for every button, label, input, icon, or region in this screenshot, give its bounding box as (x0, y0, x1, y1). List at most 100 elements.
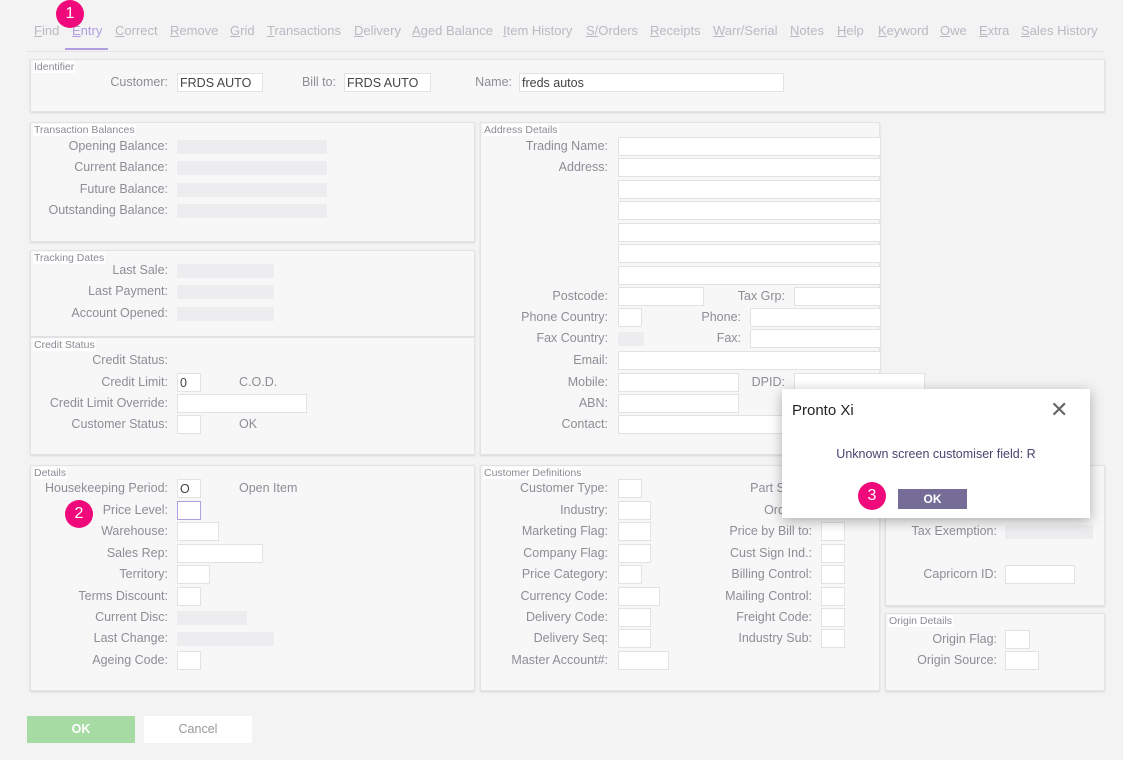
capricorn-id-label: Capricorn ID: (923, 567, 997, 581)
last-sale-value (177, 264, 274, 278)
credit-limit-status-text: C.O.D. (239, 375, 278, 389)
phone-country-field[interactable] (618, 308, 642, 327)
bill-to-field[interactable]: FRDS AUTO (344, 73, 431, 92)
tab-delivery[interactable]: Delivery (354, 23, 401, 38)
origin-source-field[interactable] (1005, 651, 1039, 670)
current-disc-value (177, 611, 247, 625)
dialog-ok-button[interactable]: OK (898, 489, 967, 509)
tab-remove[interactable]: Remove (170, 23, 218, 38)
company-flag-label: Company Flag: (523, 546, 608, 560)
billing-control-label: Billing Control: (731, 567, 812, 581)
housekeeping-period-status-text: Open Item (239, 481, 298, 495)
ageing-code-label: Ageing Code: (92, 653, 168, 667)
tab-find[interactable]: Find (34, 23, 59, 38)
tax-grp-field[interactable] (794, 287, 881, 306)
outstanding-balance-label: Outstanding Balance: (48, 203, 168, 217)
credit-limit-field[interactable]: 0 (177, 373, 201, 392)
address-line-field[interactable] (618, 244, 881, 263)
panel-origin-details: Origin Details (885, 613, 1105, 691)
tab-grid[interactable]: Grid (230, 23, 255, 38)
tab-s-orders[interactable]: S/Orders (586, 23, 638, 38)
name-field[interactable]: freds autos (519, 73, 784, 92)
capricorn-id-field[interactable] (1005, 565, 1075, 584)
origin-source-label: Origin Source: (917, 653, 997, 667)
price-by-bill-to-field[interactable] (821, 522, 845, 541)
mailing-control-label: Mailing Control: (725, 589, 812, 603)
billing-control-field[interactable] (821, 565, 845, 584)
tab-item-history[interactable]: Item History (503, 23, 572, 38)
tab-correct[interactable]: Correct (115, 23, 158, 38)
abn-field[interactable] (618, 394, 739, 413)
freight-code-field[interactable] (821, 608, 845, 627)
mailing-control-field[interactable] (821, 587, 845, 606)
housekeeping-period-label: Housekeeping Period: (45, 481, 168, 495)
account-opened-value (177, 307, 274, 321)
tab-aged-balance[interactable]: Aged Balance (412, 23, 493, 38)
tab-notes[interactable]: Notes (790, 23, 824, 38)
address-field[interactable] (618, 158, 881, 177)
delivery-seq-field[interactable] (618, 629, 651, 648)
address-line-field[interactable] (618, 223, 881, 242)
territory-label: Territory: (119, 567, 168, 581)
marketing-flag-label: Marketing Flag: (521, 524, 608, 538)
ok-button[interactable]: OK (27, 716, 135, 743)
close-icon[interactable]: ✕ (1050, 397, 1068, 423)
price-level-label: Price Level: (102, 503, 168, 517)
cust-sign-ind-field[interactable] (821, 544, 845, 563)
tab-keyword[interactable]: Keyword (878, 23, 929, 38)
dialog-message: Unknown screen customiser field: R (836, 447, 1036, 461)
housekeeping-period-field[interactable]: O (177, 479, 201, 498)
trading-name-field[interactable] (618, 137, 881, 156)
tab-warr-serial[interactable]: Warr/Serial (713, 23, 778, 38)
customer-label: Customer: (110, 75, 168, 89)
customer-type-label: Customer Type: (519, 481, 608, 495)
credit-limit-override-field[interactable] (177, 394, 307, 413)
tab-extra[interactable]: Extra (979, 23, 1009, 38)
tab-underline (65, 48, 108, 50)
sales-rep-field[interactable] (177, 544, 263, 563)
territory-field[interactable] (177, 565, 210, 584)
future-balance-value (177, 183, 327, 197)
marketing-flag-field[interactable] (618, 522, 651, 541)
mobile-field[interactable] (618, 373, 739, 392)
tab-receipts[interactable]: Receipts (650, 23, 701, 38)
tab-transactions[interactable]: Transactions (267, 23, 341, 38)
company-flag-field[interactable] (618, 544, 651, 563)
customer-field[interactable]: FRDS AUTO (177, 73, 263, 92)
customer-type-field[interactable] (618, 479, 642, 498)
terms-discount-field[interactable] (177, 587, 201, 606)
fax-field[interactable] (750, 329, 881, 348)
delivery-code-field[interactable] (618, 608, 651, 627)
tab-sales-history[interactable]: Sales History (1021, 23, 1098, 38)
address-line-field[interactable] (618, 266, 881, 285)
panel-title: Transaction Balances (33, 124, 136, 136)
price-category-field[interactable] (618, 565, 642, 584)
cancel-button[interactable]: Cancel (144, 716, 252, 743)
address-line-field[interactable] (618, 201, 881, 220)
ageing-code-field[interactable] (177, 651, 201, 670)
address-label: Address: (558, 160, 608, 174)
last-sale-label: Last Sale: (112, 263, 168, 277)
currency-code-field[interactable] (618, 587, 660, 606)
industry-field[interactable] (618, 501, 651, 520)
tax-exemption-value (1005, 525, 1093, 539)
tab-owe[interactable]: Owe (940, 23, 967, 38)
customer-status-field[interactable] (177, 415, 201, 434)
panel-title: Origin Details (888, 615, 954, 627)
dpid-label: DPID: (751, 375, 785, 389)
trading-name-label: Trading Name: (525, 139, 608, 153)
industry-sub-field[interactable] (821, 629, 845, 648)
origin-flag-field[interactable] (1005, 630, 1030, 649)
last-payment-label: Last Payment: (88, 284, 168, 298)
address-line-field[interactable] (618, 180, 881, 199)
tab-help[interactable]: Help (837, 23, 864, 38)
future-balance-label: Future Balance: (79, 182, 168, 196)
warehouse-field[interactable] (177, 522, 219, 541)
postcode-field[interactable] (618, 287, 704, 306)
price-level-field[interactable] (177, 501, 201, 520)
step-badge-3: 3 (858, 482, 886, 510)
outstanding-balance-value (177, 204, 327, 218)
master-account-field[interactable] (618, 651, 669, 670)
email-field[interactable] (618, 351, 881, 370)
phone-field[interactable] (750, 308, 881, 327)
